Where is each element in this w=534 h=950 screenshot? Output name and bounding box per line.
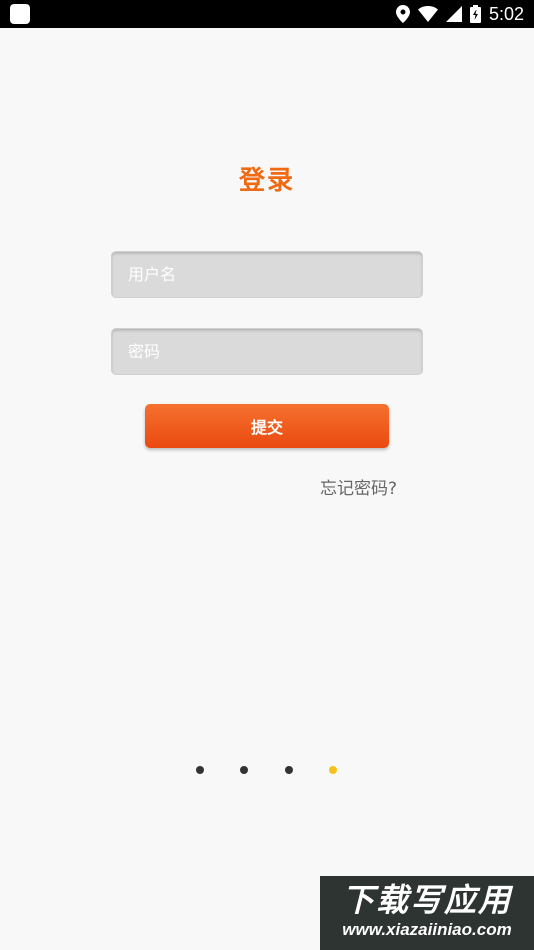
signal-icon [445, 6, 462, 22]
location-icon [395, 5, 410, 23]
page-title: 登录 [238, 166, 295, 196]
wifi-icon [417, 6, 438, 22]
page-indicator-dot [285, 766, 293, 774]
username-field-container [111, 251, 423, 298]
status-icons: 5:02 [395, 0, 524, 28]
forgot-password-link[interactable]: 忘记密码? [320, 474, 397, 499]
submit-button[interactable]: 提交 [145, 404, 389, 448]
clock: 5:02 [488, 4, 524, 24]
watermark-title: 下载写应用 [341, 881, 512, 919]
password-input[interactable] [112, 329, 422, 374]
watermark-url: www.xiazaiiniao.com [342, 920, 512, 939]
status-bar: 5:02 [0, 0, 534, 28]
page-indicator-dot [240, 766, 248, 774]
username-input[interactable] [112, 252, 422, 297]
battery-icon [469, 5, 481, 23]
password-field-container [111, 328, 423, 375]
login-screen: 5:02 登录 提交 忘记密码? 下载写应用 www.xiazaiiniao.c… [0, 0, 534, 950]
watermark-logo: 下载写应用 www.xiazaiiniao.com [320, 876, 534, 950]
page-indicator-dot [196, 766, 204, 774]
app-notification-icon [10, 4, 30, 24]
page-indicator-dot-active [329, 766, 337, 774]
